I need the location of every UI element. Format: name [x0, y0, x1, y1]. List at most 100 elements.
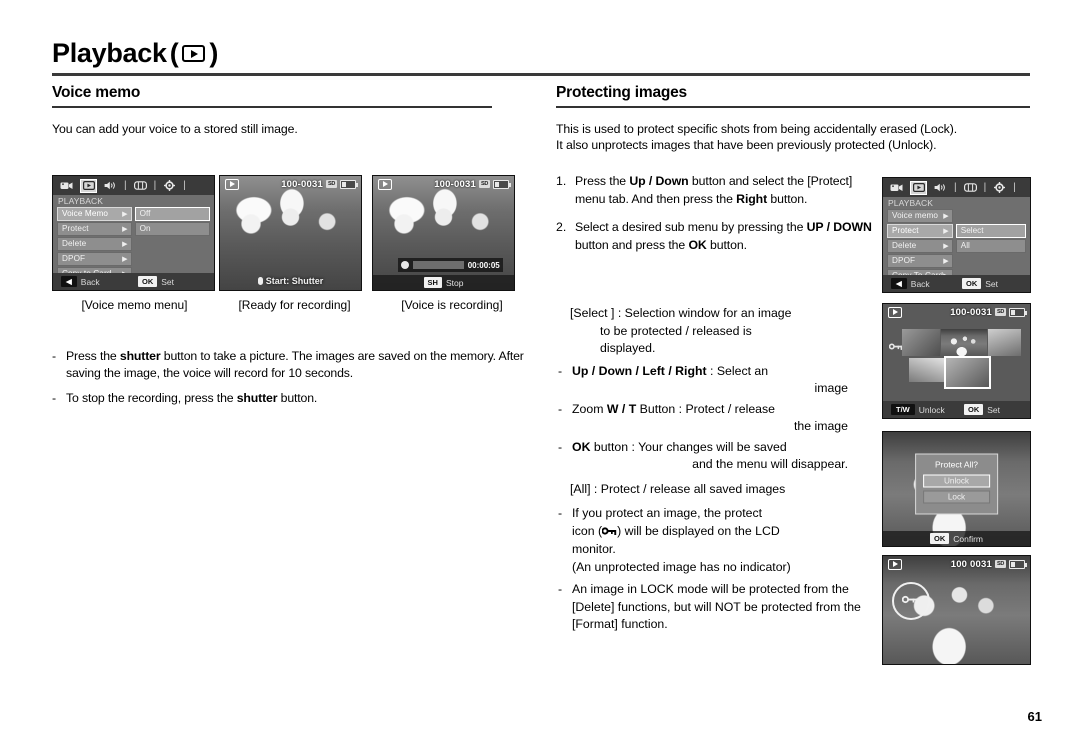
thumbnail-item[interactable] — [987, 329, 1022, 357]
ok-key[interactable]: OK — [961, 278, 982, 289]
menu-item-dpof[interactable]: DPOF ▶ — [887, 254, 953, 268]
sd-card-icon: SD — [994, 308, 1006, 316]
caption-ready-for-recording: [Ready for recording] — [238, 298, 351, 312]
step-part-bold: OK — [688, 237, 707, 252]
intro-line-1: This is used to protect specific shots f… — [556, 121, 958, 136]
ok-key[interactable]: OK — [929, 533, 950, 544]
submenu-option-select[interactable]: Select — [955, 224, 1026, 238]
setup-icon[interactable] — [991, 181, 1008, 195]
locked-image-screen: 100 0031 SD — [882, 555, 1031, 665]
bullet-dash: - — [52, 349, 57, 363]
icon-separator: | — [153, 180, 157, 191]
osd-top: 100 0031 SD — [883, 556, 1030, 572]
back-key[interactable]: ◀ — [61, 276, 77, 287]
menu-item-label: DPOF — [892, 256, 916, 266]
submenu-items: Off On — [134, 207, 210, 282]
step-text: Select a desired sub menu by pressing th… — [575, 219, 876, 254]
bullet-text: To stop the recording, press the shutter… — [66, 390, 534, 407]
bullet-part: To stop the recording, press the — [66, 391, 237, 405]
thumbnail-item[interactable] — [909, 357, 945, 383]
step-number: 2. — [556, 220, 567, 234]
menu-item-delete[interactable]: Delete ▶ — [887, 239, 953, 253]
bullet-part-bold: Up / Down / Left / Right — [572, 363, 707, 378]
confirm-label: Confirm — [953, 533, 983, 544]
bullet-part: button. — [277, 391, 318, 405]
setup-icon[interactable] — [161, 179, 178, 193]
thumbnail-item[interactable] — [902, 329, 941, 357]
voice-recording-screen: 100-0031 SD 00:00:05 SH Stop — [372, 175, 515, 291]
voice-memo-rule — [52, 106, 492, 108]
zoom-tw-key[interactable]: T/W — [891, 404, 915, 415]
step-text: Press the Up / Down button and select th… — [575, 173, 876, 208]
menu-item-voice-memo[interactable]: Voice memo ▶ — [887, 209, 953, 223]
step-part: button and press the — [575, 237, 689, 252]
select-line-1: [Select ] : Selection window for an imag… — [570, 306, 792, 320]
paren-open: ( — [169, 38, 179, 68]
osd-status: 100 0031 SD — [951, 559, 1027, 570]
sound-icon[interactable] — [932, 181, 949, 195]
thumbnail-item-selected[interactable] — [944, 355, 992, 390]
stop-hint-bar: SH Stop — [373, 275, 514, 290]
protect-all-dialog: Protect All? Unlock Lock — [914, 453, 999, 515]
mode-label: PLAYBACK — [888, 198, 934, 208]
ok-label: Set — [985, 278, 998, 289]
file-number: 100-0031 — [281, 178, 323, 190]
shutter-key[interactable]: SH — [423, 277, 442, 288]
thumbnail-grid — [902, 329, 1022, 390]
menu-body: Voice memo▶ Protect▶ Delete▶ DPOF▶ Copy … — [883, 209, 1030, 284]
menu-item-protect[interactable]: Protect ▶ — [57, 222, 132, 236]
sd-card-icon: SD — [478, 180, 490, 188]
select-bullet-ok-cont: and the menu will disappear. — [692, 457, 848, 471]
submenu-option-off[interactable]: Off — [134, 207, 210, 221]
protecting-images-intro: This is used to protect specific shots f… — [556, 121, 1030, 153]
chevron-right-icon: ▶ — [943, 242, 949, 250]
right-column: Protecting images This is used to protec… — [556, 84, 1030, 153]
menu-item-dpof[interactable]: DPOF ▶ — [57, 252, 132, 266]
ok-label: Set — [161, 276, 174, 287]
camera-icon[interactable] — [58, 179, 75, 193]
osd-top: 100-0031 SD — [883, 304, 1030, 320]
playback-icon — [225, 178, 239, 190]
menu-items: Voice memo▶ Protect▶ Delete▶ DPOF▶ Copy … — [887, 209, 953, 284]
icon-separator: | — [183, 180, 186, 191]
osd-status: 100-0031 SD — [434, 179, 511, 190]
submenu-option-all[interactable]: All — [955, 239, 1026, 253]
page-number: 61 — [1027, 709, 1042, 724]
all-description: [All] : Protect / release all saved imag… — [570, 481, 786, 496]
intro-line-2: It also unprotects images that have been… — [556, 137, 937, 152]
bullet-part-bold: W / T — [606, 401, 637, 416]
thumbnail-item[interactable] — [941, 329, 987, 357]
dialog-option-unlock[interactable]: Unlock — [922, 474, 991, 488]
bullet-part: Press the — [66, 349, 120, 363]
display-icon[interactable] — [132, 179, 149, 193]
page-header: Playback ( ) — [52, 38, 1030, 76]
playback-icon[interactable] — [910, 180, 927, 195]
chevron-right-icon: ▶ — [943, 212, 949, 220]
lock-key-icon — [888, 342, 903, 353]
icon-separator: | — [1013, 182, 1016, 193]
lock-key-icon — [601, 524, 617, 542]
camera-icon[interactable] — [888, 181, 905, 195]
back-key[interactable]: ◀ — [891, 278, 907, 289]
sound-icon[interactable] — [102, 179, 119, 193]
playback-icon[interactable] — [80, 178, 97, 193]
display-icon[interactable] — [962, 181, 979, 195]
menu-footer: ◀ Back OK Set — [883, 275, 1030, 292]
bullet-dash: - — [558, 439, 563, 454]
select-bullet-directions-cont: image — [814, 381, 849, 395]
ok-key[interactable]: OK — [137, 276, 158, 287]
submenu-option-on[interactable]: On — [134, 222, 210, 236]
dialog-option-lock[interactable]: Lock — [922, 490, 991, 504]
battery-icon — [1009, 559, 1027, 569]
bullet-dash: - — [558, 582, 563, 596]
menu-item-delete[interactable]: Delete ▶ — [57, 237, 132, 251]
select-bullet-zoom-cont: the image — [793, 419, 848, 433]
ok-key[interactable]: OK — [963, 404, 984, 415]
menu-item-protect[interactable]: Protect ▶ — [887, 224, 953, 238]
image-selection-screen: 100-0031 SD T/W Unlock OK Set — [882, 303, 1031, 419]
menu-item-voice-memo[interactable]: Voice Memo ▶ — [57, 207, 132, 221]
voice-memo-heading: Voice memo — [52, 84, 141, 101]
bullet-text: Press the shutter button to take a pictu… — [66, 348, 534, 381]
note-protect-icon: - If you protect an image, the protect i… — [556, 505, 876, 576]
protect-all-screen: Protect All? Unlock Lock OK Confirm — [882, 431, 1031, 547]
